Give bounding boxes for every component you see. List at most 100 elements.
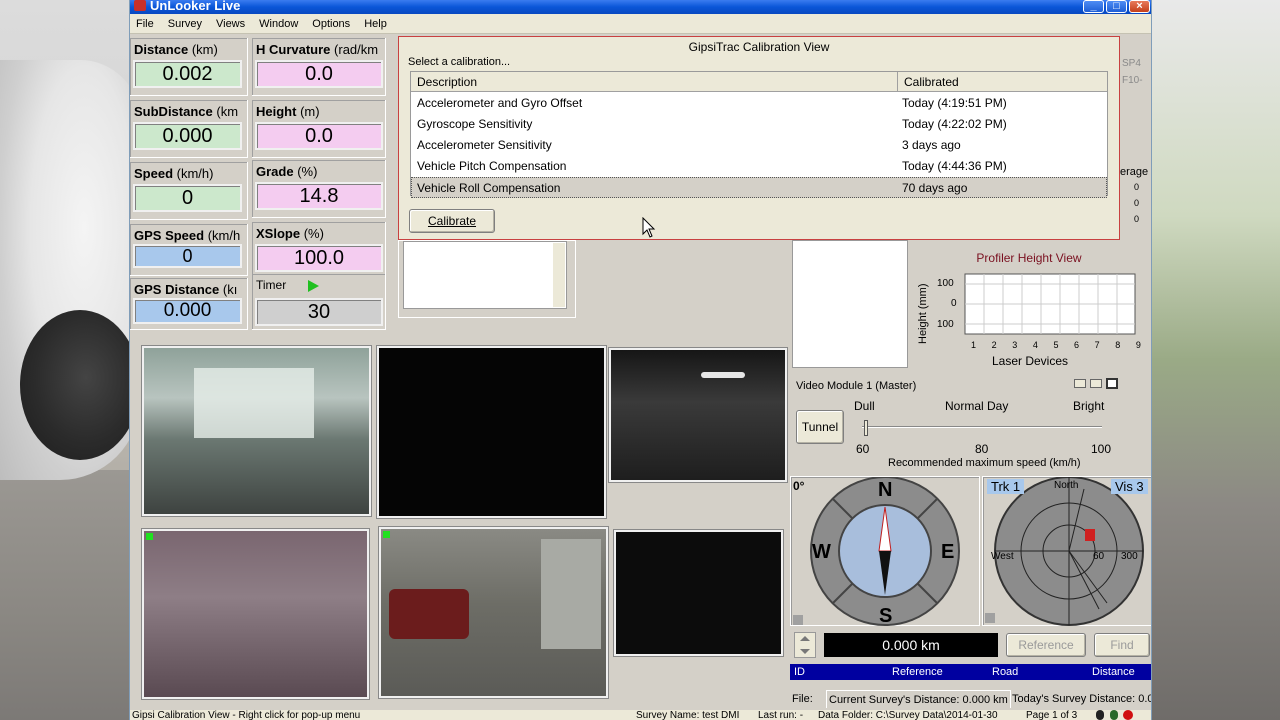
- profiler-xlabel: Laser Devices: [991, 354, 1069, 368]
- calibrate-button[interactable]: Calibrate: [409, 209, 495, 233]
- video-tile-6[interactable]: [614, 530, 783, 656]
- grade-unit: (%): [297, 164, 318, 179]
- scale-label-dull: Dull: [854, 399, 875, 413]
- row-description: Vehicle Roll Compensation: [417, 181, 561, 195]
- height-unit: (m): [300, 104, 320, 119]
- maximize-button[interactable]: □: [1106, 0, 1127, 13]
- height-panel: Height (m) 0.0: [252, 100, 386, 158]
- menu-window[interactable]: Window: [259, 18, 298, 30]
- table-row[interactable]: Accelerometer Sensitivity 3 days ago: [411, 135, 1107, 156]
- maximize-icon[interactable]: [1106, 378, 1118, 389]
- spinner-up-icon[interactable]: [800, 636, 810, 641]
- status-bar: Gipsi Calibration View - Right click for…: [130, 710, 1151, 720]
- current-survey-distance: Current Survey's Distance: 0.000 km: [826, 690, 1011, 708]
- spinner-down-icon[interactable]: [800, 649, 810, 654]
- hidden-list: [403, 241, 567, 309]
- distance-display: 0.000 km: [824, 633, 998, 657]
- grade-panel: Grade (%) 14.8: [252, 160, 386, 218]
- xslope-unit: (%): [303, 226, 324, 241]
- today-survey-distance: Today's Survey Distance: 0.0: [1012, 693, 1152, 705]
- status-data-folder: Data Folder: C:\Survey Data\2014-01-30: [818, 710, 998, 720]
- restore-icon[interactable]: [1090, 379, 1102, 388]
- column-calibrated[interactable]: Calibrated: [904, 72, 959, 92]
- row-description: Gyroscope Sensitivity: [417, 117, 533, 131]
- compass-angle: 0°: [793, 479, 805, 493]
- table-row-selected[interactable]: Vehicle Roll Compensation 70 days ago: [411, 177, 1107, 198]
- table-row[interactable]: Gyroscope Sensitivity Today (4:22:02 PM): [411, 114, 1107, 135]
- average-value-1: 0: [1134, 182, 1140, 192]
- video-tile-1[interactable]: [142, 346, 371, 516]
- profiler-xtick: 7: [1094, 340, 1100, 350]
- gps-distance-value: 0.000: [133, 298, 242, 324]
- distance-value: 0.002: [133, 60, 242, 88]
- menu-help[interactable]: Help: [364, 18, 387, 30]
- profiler-ytick-top: 100: [937, 278, 954, 289]
- column-road[interactable]: Road: [992, 664, 1018, 680]
- status-page: Page 1 of 3: [1026, 710, 1078, 720]
- calibration-table-header: Description Calibrated: [411, 72, 1107, 92]
- subdistance-label: SubDistance: [134, 104, 213, 119]
- column-reference[interactable]: Reference: [892, 664, 943, 680]
- video-tile-5[interactable]: [379, 527, 608, 698]
- menu-survey[interactable]: Survey: [168, 18, 202, 30]
- video-1-window: [194, 368, 314, 438]
- menu-bar: File Survey Views Window Options Help: [130, 14, 1151, 34]
- menu-file[interactable]: File: [136, 18, 154, 30]
- video-5-car: [389, 589, 469, 639]
- distance-unit: (km): [191, 42, 218, 57]
- close-button[interactable]: ×: [1129, 0, 1150, 13]
- xslope-value: 100.0: [255, 244, 383, 272]
- minimize-button[interactable]: _: [1083, 0, 1104, 13]
- distance-spinner[interactable]: [794, 632, 816, 658]
- mouse-cursor-icon: [642, 217, 656, 238]
- profiler-ylabel: Height (mm): [917, 283, 929, 344]
- find-button[interactable]: Find: [1094, 633, 1150, 657]
- status-survey-name: Survey Name: test DMI: [636, 710, 740, 720]
- profiler-xtick: 4: [1032, 340, 1038, 350]
- compass-e: E: [941, 541, 955, 563]
- radar-trk-label[interactable]: Trk 1: [987, 479, 1025, 494]
- column-distance[interactable]: Distance: [1092, 664, 1135, 680]
- menu-views[interactable]: Views: [216, 18, 245, 30]
- title-bar[interactable]: UnLooker Live _ □ ×: [130, 0, 1151, 14]
- subdistance-panel: SubDistance (km 0.000: [130, 100, 248, 158]
- profiler-xticks: 1 2 3 4 5 6 7 8 9: [971, 340, 1141, 350]
- timer-label: Timer: [256, 278, 287, 292]
- gps-distance-unit: (kı: [222, 282, 238, 297]
- column-id[interactable]: ID: [794, 664, 805, 680]
- distance-bar: 0.000 km Reference Find: [790, 630, 1151, 662]
- subdistance-unit: (km: [216, 104, 239, 119]
- play-icon[interactable]: [307, 279, 319, 292]
- height-value: 0.0: [255, 122, 383, 150]
- reference-button[interactable]: Reference: [1006, 633, 1086, 657]
- gps-speed-label: GPS Speed: [134, 228, 205, 243]
- speed-caption: Recommended maximum speed (km/h): [888, 457, 1081, 469]
- radar-vis-label[interactable]: Vis 3: [1111, 479, 1148, 494]
- brightness-slider-track[interactable]: [862, 426, 1102, 428]
- menu-options[interactable]: Options: [312, 18, 350, 30]
- radar-corner-handle[interactable]: [985, 613, 995, 623]
- table-row[interactable]: Vehicle Pitch Compensation Today (4:44:3…: [411, 156, 1107, 177]
- profiler-title: Profiler Height View: [976, 251, 1082, 265]
- radar-panel: Trk 1 Vis 3 North West 60 300: [982, 476, 1151, 626]
- profiler-xtick: 9: [1135, 340, 1141, 350]
- profiler-ytick-bottom: 100: [937, 319, 954, 330]
- profiler-xtick: 1: [971, 340, 977, 350]
- h-curvature-unit: (rad/km: [334, 42, 379, 57]
- video-tile-4[interactable]: [142, 529, 369, 699]
- brightness-slider-thumb[interactable]: [864, 420, 868, 436]
- hidden-list-scrollbar[interactable]: [553, 243, 565, 307]
- minimize-icon[interactable]: [1074, 379, 1086, 388]
- tunnel-button[interactable]: Tunnel: [796, 410, 844, 444]
- xslope-panel: XSlope (%) 100.0: [252, 222, 386, 280]
- status-indicator-icon: [1110, 710, 1118, 720]
- table-row[interactable]: Accelerometer and Gyro Offset Today (4:1…: [411, 93, 1107, 114]
- video-tile-2[interactable]: [377, 346, 606, 518]
- compass-n: N: [878, 479, 893, 501]
- hidden-tabs: SP4 F10-: [1122, 58, 1150, 98]
- distance-panel: Distance (km) 0.002: [130, 38, 248, 96]
- compass-corner-handle[interactable]: [793, 615, 803, 625]
- video-tile-3[interactable]: [609, 348, 787, 482]
- video-3-light: [701, 372, 745, 378]
- column-description[interactable]: Description: [417, 72, 477, 92]
